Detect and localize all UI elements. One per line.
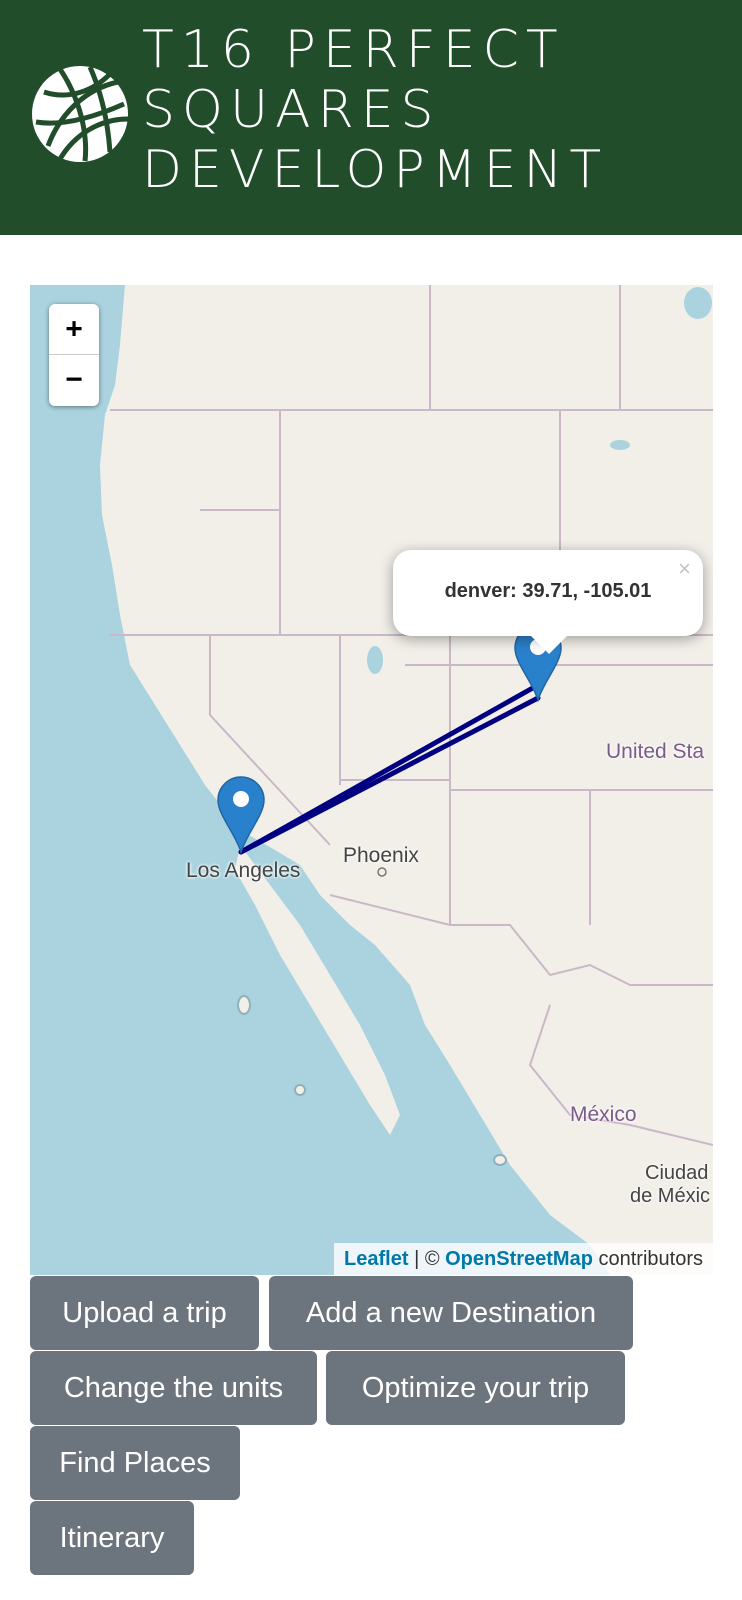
change-units-button[interactable]: Change the units: [30, 1351, 317, 1425]
zoom-out-button[interactable]: −: [49, 355, 99, 405]
zoom-in-button[interactable]: +: [49, 304, 99, 355]
optimize-trip-button[interactable]: Optimize your trip: [326, 1351, 625, 1425]
map-label-mexico: México: [570, 1103, 637, 1126]
map-attribution: Leaflet | © OpenStreetMap contributors: [334, 1243, 713, 1275]
attribution-suffix: contributors: [592, 1248, 703, 1270]
map-label-phoenix: Phoenix: [343, 844, 419, 867]
globe-icon: [32, 65, 129, 162]
map-popup: denver: 39.71, -105.01 ×: [393, 550, 703, 654]
add-destination-button[interactable]: Add a new Destination: [269, 1276, 633, 1350]
map-label-los-angeles: Los Angeles: [186, 859, 301, 882]
map-label-ciudad: Ciudad: [645, 1162, 709, 1184]
app-title: T16 PERFECT SQUARES DEVELOPMENT: [142, 20, 609, 200]
zoom-control: + −: [49, 304, 99, 406]
map-label-de-mexico: de Méxic: [630, 1185, 711, 1207]
app-header: T16 PERFECT SQUARES DEVELOPMENT: [0, 0, 742, 235]
find-places-button[interactable]: Find Places: [30, 1426, 240, 1500]
attribution-separator: | ©: [408, 1248, 446, 1270]
itinerary-button[interactable]: Itinerary: [30, 1501, 194, 1575]
popup-tip: [529, 634, 569, 654]
popup-close-button[interactable]: ×: [678, 556, 691, 582]
osm-link[interactable]: OpenStreetMap: [445, 1248, 593, 1270]
map-label-united-states: United Sta: [606, 740, 705, 763]
map[interactable]: + − Los Angeles Phoenix United Sta Méxic…: [30, 285, 713, 1275]
popup-content: denver: 39.71, -105.01: [444, 580, 652, 602]
upload-trip-button[interactable]: Upload a trip: [30, 1276, 259, 1350]
leaflet-link[interactable]: Leaflet: [344, 1248, 408, 1270]
